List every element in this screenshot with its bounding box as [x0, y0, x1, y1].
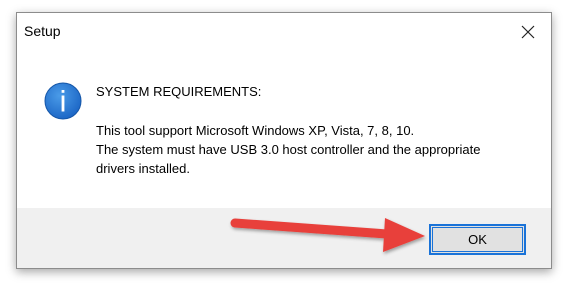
title-bar[interactable]: Setup — [17, 13, 551, 51]
info-icon — [44, 82, 82, 120]
close-button[interactable] — [515, 19, 541, 45]
message-body: This tool support Microsoft Windows XP, … — [96, 121, 526, 178]
message-area: SYSTEM REQUIREMENTS: This tool support M… — [17, 51, 551, 208]
message-line: drivers installed. — [96, 161, 190, 176]
ok-button[interactable]: OK — [429, 224, 526, 255]
red-arrow-annotation — [230, 218, 425, 252]
message-line: The system must have USB 3.0 host contro… — [96, 142, 481, 157]
close-icon — [521, 25, 535, 39]
message-line: This tool support Microsoft Windows XP, … — [96, 123, 415, 138]
message-heading: SYSTEM REQUIREMENTS: — [96, 84, 262, 99]
window-title: Setup — [24, 23, 61, 39]
